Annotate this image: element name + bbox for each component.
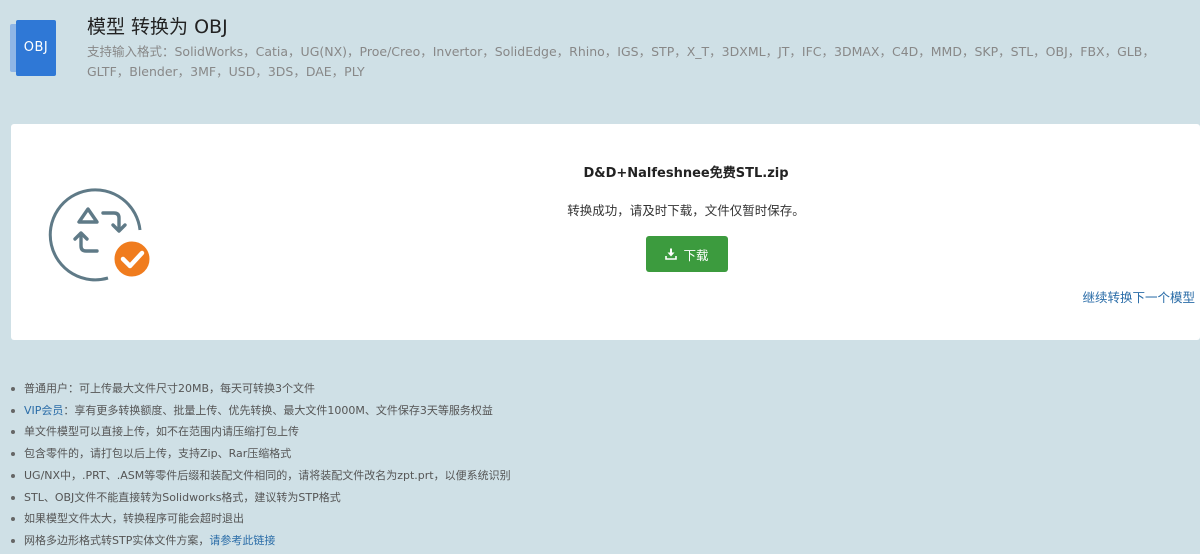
success-message: 转换成功，请及时下载，文件仅暂时保存。	[567, 203, 805, 218]
obj-file-icon: OBJ	[10, 20, 56, 76]
list-item: VIP会员：享有更多转换额度、批量上传、优先转换、最大文件1000M、文件保存3…	[10, 400, 511, 422]
list-item: 单文件模型可以直接上传，如不在范围内请压缩打包上传	[10, 421, 511, 443]
list-item: UG/NX中，.PRT、.ASM等零件后缀和装配文件相同的，请将装配文件改名为z…	[10, 465, 511, 487]
list-item: 如果模型文件太大，转换程序可能会超时退出	[10, 508, 511, 530]
vip-member-link[interactable]: VIP会员	[24, 404, 63, 417]
download-button-label: 下载	[683, 247, 709, 263]
converted-filename: D&D+Nalfeshnee免费STL.zip	[583, 166, 789, 181]
download-icon	[665, 248, 678, 260]
page-header: OBJ 模型 转换为 OBJ 支持输入格式：SolidWorks，Catia，U…	[0, 0, 1200, 110]
continue-convert-link[interactable]: 继续转换下一个模型	[1082, 287, 1195, 306]
reference-link[interactable]: 请参考此链接	[209, 534, 275, 547]
list-item: 网格多边形格式转STP实体文件方案，请参考此链接	[10, 530, 511, 552]
list-item: 包含零件的，请打包以后上传，支持Zip、Rar压缩格式	[10, 443, 511, 465]
usage-notes: 普通用户：可上传最大文件尺寸20MB，每天可转换3个文件 VIP会员：享有更多转…	[10, 378, 511, 552]
convert-success-graphic	[48, 188, 153, 282]
list-item: 普通用户：可上传最大文件尺寸20MB，每天可转换3个文件	[10, 378, 511, 400]
supported-formats: 支持输入格式：SolidWorks，Catia，UG(NX)，Proe/Creo…	[87, 44, 1155, 79]
list-item: STL、OBJ文件不能直接转为Solidworks格式，建议转为STP格式	[10, 487, 511, 509]
conversion-result-panel: D&D+Nalfeshnee免费STL.zip 转换成功，请及时下载，文件仅暂时…	[11, 124, 1200, 340]
download-button[interactable]: 下载	[646, 236, 728, 272]
file-icon-label: OBJ	[16, 20, 56, 76]
check-circle-icon	[111, 238, 153, 280]
page-title: 模型 转换为 OBJ	[87, 16, 228, 38]
